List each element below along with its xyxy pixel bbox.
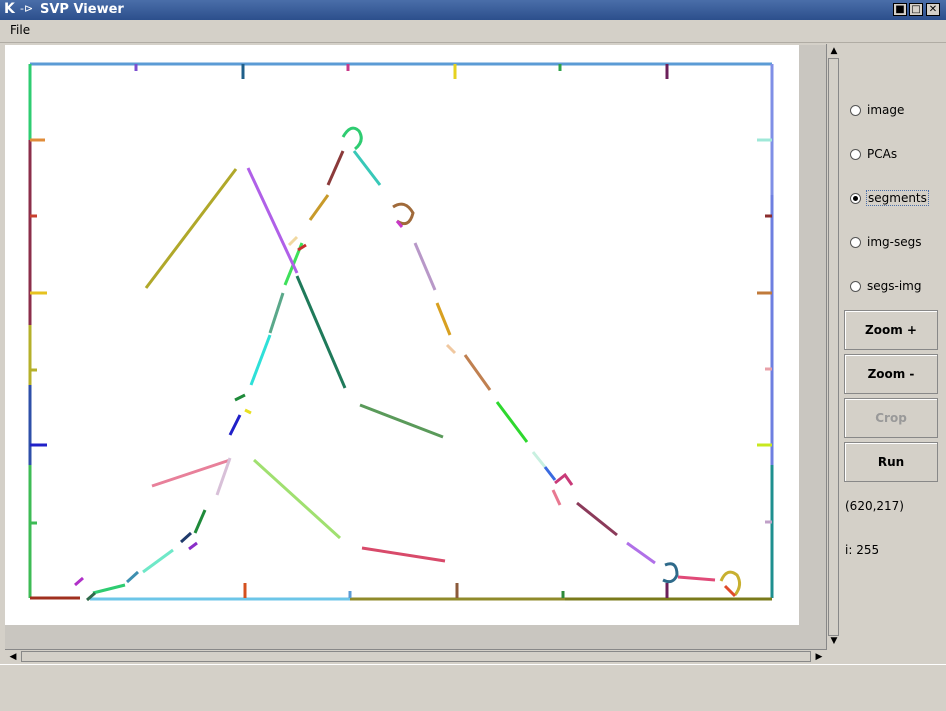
minimize-button[interactable]: ■ — [893, 3, 907, 16]
scroll-down-icon[interactable]: ▼ — [828, 635, 840, 647]
app-logo-icon: K — [4, 1, 15, 17]
radio-segments-dot[interactable] — [850, 193, 861, 204]
radio-segs-img-label: segs-img — [867, 279, 922, 293]
scroll-right-icon[interactable]: ▶ — [813, 651, 825, 663]
vertical-scrollbar[interactable]: ▲ ▼ — [826, 44, 841, 649]
crop-button[interactable]: Crop — [844, 398, 938, 438]
intensity-readout: i: 255 — [845, 543, 880, 557]
segments-canvas[interactable] — [5, 45, 799, 625]
window-title: SVP Viewer — [40, 2, 124, 17]
vertical-scroll-thumb[interactable] — [828, 58, 839, 636]
segments-drawing — [28, 62, 774, 602]
menu-file[interactable]: File — [10, 23, 30, 37]
horizontal-scrollbar[interactable]: ◀ ▶ — [5, 649, 827, 665]
title-bar: K -⊳ SVP Viewer ■ □ ✕ — [0, 0, 946, 20]
coordinate-readout: (620,217) — [845, 499, 904, 513]
close-button[interactable]: ✕ — [926, 3, 940, 16]
run-button[interactable]: Run — [844, 442, 938, 482]
radio-segs-img-dot[interactable] — [850, 281, 861, 292]
radio-pcas-label: PCAs — [867, 147, 898, 161]
radio-segments-label: segments — [866, 190, 929, 206]
control-panel: image PCAs segments img-segs segs-img Zo… — [842, 44, 946, 664]
menu-bar: File — [0, 20, 946, 43]
scroll-up-icon[interactable]: ▲ — [828, 45, 840, 57]
scroll-left-icon[interactable]: ◀ — [7, 651, 19, 663]
image-viewport[interactable] — [5, 45, 827, 649]
horizontal-scroll-thumb[interactable] — [21, 651, 811, 662]
maximize-button[interactable]: □ — [909, 3, 923, 16]
radio-image-label: image — [867, 103, 905, 117]
pin-icon[interactable]: -⊳ — [20, 2, 33, 15]
zoom-out-button[interactable]: Zoom - — [844, 354, 938, 394]
radio-img-segs-label: img-segs — [867, 235, 922, 249]
radio-pcas-dot[interactable] — [850, 149, 861, 160]
radio-img-segs-dot[interactable] — [850, 237, 861, 248]
status-bar — [0, 664, 946, 711]
zoom-in-button[interactable]: Zoom + — [844, 310, 938, 350]
radio-image-dot[interactable] — [850, 105, 861, 116]
